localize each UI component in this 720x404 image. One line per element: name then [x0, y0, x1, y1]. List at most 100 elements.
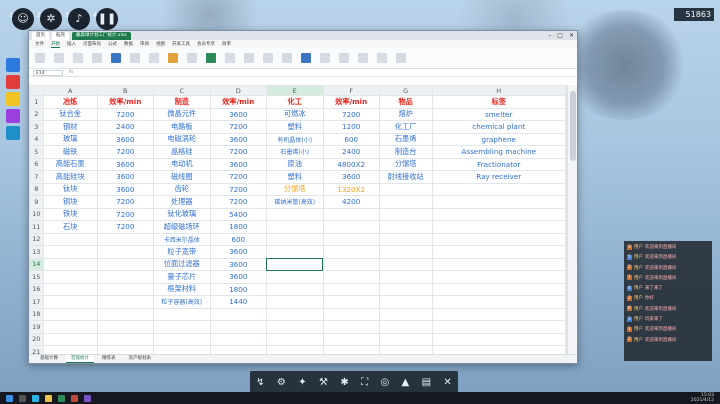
wrap-icon[interactable] [149, 53, 159, 63]
table-cell[interactable] [209, 307, 267, 321]
table-cell[interactable]: 4200 [322, 195, 380, 209]
row-header[interactable]: 7 [29, 170, 44, 184]
table-cell[interactable]: 7200 [209, 170, 267, 184]
row-col-icon[interactable] [339, 53, 349, 63]
table-cell[interactable]: 3600 [209, 107, 267, 121]
row-header[interactable]: 3 [29, 120, 44, 134]
table-cell[interactable]: 卡西米尔晶体 [152, 232, 211, 246]
table-cell[interactable] [431, 182, 566, 196]
hotbar-tool-icon[interactable]: ⚒ [319, 377, 328, 388]
table-cell[interactable]: 1800 [209, 282, 267, 296]
table-cell[interactable]: 可燃冰 [265, 107, 324, 121]
sum-icon[interactable] [244, 53, 254, 63]
table-cell[interactable]: 电磁涡轮 [152, 132, 211, 146]
table-cell[interactable]: 有机晶体(小) [265, 132, 324, 146]
hotbar-tool-icon[interactable]: ⛶ [361, 377, 368, 388]
chat-username[interactable]: 用户 [634, 244, 643, 250]
table-cell[interactable]: 钢材 [42, 120, 98, 134]
table-cell[interactable]: 标签 [431, 95, 566, 109]
row-header[interactable]: 13 [29, 245, 44, 259]
table-cell[interactable] [431, 332, 566, 346]
merge-icon[interactable] [130, 53, 140, 63]
chat-username[interactable]: 用户 [634, 316, 643, 322]
table-cell[interactable]: 3600 [96, 157, 154, 171]
corner-cell[interactable] [29, 85, 44, 96]
menu-member[interactable]: 会员专享 [197, 41, 215, 47]
row-header[interactable]: 18 [29, 307, 44, 321]
table-cell[interactable]: 钛合金 [42, 107, 98, 121]
table-cell[interactable]: 齿轮 [152, 182, 211, 196]
row-header[interactable]: 16 [29, 282, 44, 296]
table-cell[interactable] [152, 307, 211, 321]
table-cell[interactable]: 位面过滤器 [152, 257, 211, 271]
menu-formula[interactable]: 公式 [108, 41, 117, 47]
column-header[interactable]: E [265, 85, 324, 96]
column-header[interactable]: G [378, 85, 433, 96]
table-cell[interactable]: 效率/min [209, 95, 267, 109]
column-header[interactable]: A [42, 85, 98, 96]
menu-file[interactable]: 文件 [35, 41, 44, 47]
table-cell[interactable]: 3600 [96, 132, 154, 146]
table-cell[interactable] [378, 195, 433, 209]
table-cell[interactable] [431, 232, 566, 246]
table-cell[interactable] [42, 257, 98, 271]
table-cell[interactable] [265, 307, 324, 321]
sheet-tab-refine[interactable]: 精炼表 [97, 355, 121, 363]
table-cell[interactable]: 1320X2 [322, 182, 380, 196]
sheet-tab-macro[interactable]: 宏观统计 [66, 355, 94, 363]
table-cell[interactable] [96, 232, 154, 246]
bold-icon[interactable] [73, 53, 83, 63]
table-cell[interactable] [42, 332, 98, 346]
table-cell[interactable]: 框架材料 [152, 282, 211, 296]
cell-icon[interactable] [320, 53, 330, 63]
table-cell[interactable]: 粒子容器(高效) [152, 295, 211, 309]
tab-document[interactable]: 戴森球计划工厂统计.xlsx [72, 31, 131, 40]
table-cell[interactable] [322, 232, 380, 246]
table-cell[interactable] [42, 232, 98, 246]
table-cell[interactable]: 物品 [378, 95, 433, 109]
table-cell[interactable]: 微晶元件 [152, 107, 211, 121]
table-cell[interactable]: 高能石墨 [42, 157, 98, 171]
table-cell[interactable]: 效率/min [96, 95, 154, 109]
chat-username[interactable]: 用户 [634, 295, 643, 301]
table-cell[interactable] [431, 245, 566, 259]
row-header[interactable]: 4 [29, 132, 44, 146]
table-cell[interactable] [265, 220, 324, 234]
table-cell[interactable] [378, 307, 433, 321]
hotbar-tool-icon[interactable]: ◎ [380, 377, 389, 388]
tab-home[interactable]: 首页 [32, 31, 49, 40]
row-header[interactable]: 17 [29, 295, 44, 309]
table-cell[interactable]: 2400 [96, 120, 154, 134]
table-cell[interactable]: 7200 [96, 207, 154, 221]
table-cell[interactable] [322, 257, 380, 271]
table-cell[interactable] [96, 307, 154, 321]
close-icon[interactable]: ✕ [569, 32, 574, 39]
sort-icon[interactable] [282, 53, 292, 63]
column-header[interactable]: B [96, 85, 154, 96]
table-cell[interactable]: 1800 [209, 220, 267, 234]
table-cell[interactable]: 钛块 [42, 182, 98, 196]
table-cell[interactable]: 3600 [209, 157, 267, 171]
table-cell[interactable]: 铁块 [42, 207, 98, 221]
table-cell[interactable]: 晶格硅 [152, 145, 211, 159]
table-cell[interactable] [96, 257, 154, 271]
table-cell[interactable] [431, 207, 566, 221]
table-cell[interactable] [322, 307, 380, 321]
cube-icon[interactable] [6, 92, 20, 106]
table-cell[interactable] [378, 220, 433, 234]
hotbar-tool-icon[interactable]: ⚙ [277, 377, 286, 388]
row-header[interactable]: 1 [29, 95, 44, 109]
table-cell[interactable] [96, 270, 154, 284]
table-cell[interactable]: chemical plant [431, 120, 566, 134]
menu-efficiency[interactable]: 效率 [222, 41, 231, 47]
row-header[interactable]: 9 [29, 195, 44, 209]
table-cell[interactable] [209, 320, 267, 334]
chat-username[interactable]: 用户 [634, 265, 643, 271]
stream-app-icon[interactable] [84, 394, 91, 402]
table-cell[interactable] [42, 307, 98, 321]
table-cell[interactable] [322, 295, 380, 309]
conditional-format-icon[interactable] [206, 53, 216, 63]
table-cell[interactable]: 化工厂 [378, 120, 433, 134]
table-cell[interactable] [42, 245, 98, 259]
table-cell[interactable] [265, 207, 324, 221]
